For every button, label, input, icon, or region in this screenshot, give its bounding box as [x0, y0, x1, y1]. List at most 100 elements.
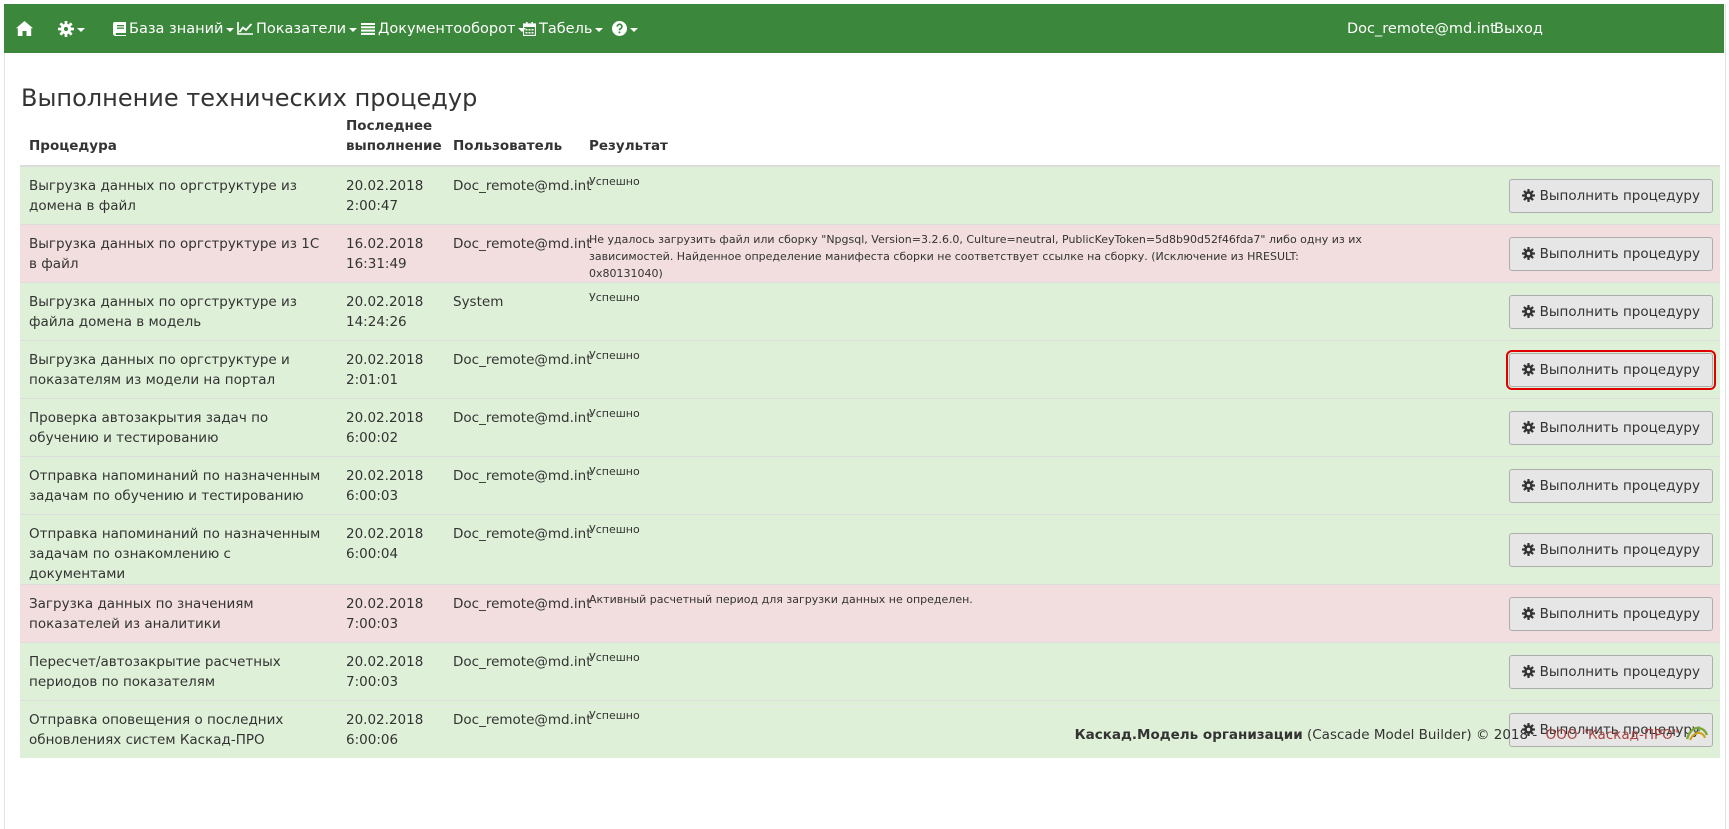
footer: Каскад.Модель организации (Cascade Model… [1075, 723, 1709, 747]
table-row: Выгрузка данных по оргструктуре из домен… [20, 165, 1720, 225]
list-icon [361, 22, 375, 35]
header-result: Результат [580, 110, 1376, 167]
actions-cell: Выполнить процедуру [1376, 224, 1720, 283]
kaskad-logo-icon [1685, 723, 1709, 747]
procedure-name: Проверка автозакрытия задач по обучению … [20, 398, 337, 457]
header-procedure: Процедура [20, 110, 337, 167]
run-procedure-label: Выполнить процедуру [1539, 245, 1700, 262]
user-account-link[interactable]: Doc_remote@md.int [1347, 4, 1496, 53]
actions-cell: Выполнить процедуру [1376, 398, 1720, 457]
procedure-name: Загрузка данных по значениям показателей… [20, 584, 337, 643]
run-procedure-label: Выполнить процедуру [1539, 419, 1700, 436]
last-run-time: 7:00:03 [346, 674, 399, 690]
indicators-menu[interactable]: Показатели [237, 4, 358, 53]
chevron-down-icon [630, 27, 638, 32]
last-run-date: 20.02.2018 [346, 410, 424, 426]
knowledge-base-menu[interactable]: База знаний [113, 4, 235, 53]
last-run-date: 16.02.2018 [346, 236, 424, 252]
last-run-date: 20.02.2018 [346, 352, 424, 368]
table-row: Выгрузка данных по оргструктуре и показа… [20, 340, 1720, 399]
last-run-time: 6:00:04 [346, 546, 399, 562]
run-result: Успешно [580, 456, 1376, 515]
last-run-cell: 20.02.2018 2:01:01 [337, 340, 444, 399]
actions-cell: Выполнить процедуру [1376, 584, 1720, 643]
header-last-run: Последнее выполнение [337, 110, 444, 167]
last-run-time: 7:00:03 [346, 616, 399, 632]
run-user: Doc_remote@md.int [444, 456, 592, 515]
procedure-name: Отправка напоминаний по назначенным зада… [20, 456, 337, 515]
run-procedure-button[interactable]: Выполнить процедуру [1505, 349, 1717, 390]
chevron-down-icon [77, 27, 85, 32]
run-user: Doc_remote@md.int [444, 340, 592, 399]
settings-menu[interactable] [58, 4, 85, 53]
run-user: Doc_remote@md.int [444, 642, 592, 701]
actions-cell: Выполнить процедуру [1376, 642, 1720, 701]
run-procedure-label: Выполнить процедуру [1539, 605, 1700, 622]
line-chart-icon [237, 22, 253, 35]
run-procedure-button[interactable]: Выполнить процедуру [1508, 178, 1713, 213]
timesheet-label: Табель [539, 20, 593, 37]
last-run-cell: 16.02.2018 16:31:49 [337, 224, 444, 283]
actions-cell: Выполнить процедуру [1376, 514, 1720, 585]
document-flow-label: Документооборот [378, 20, 516, 37]
footer-copyright: (Cascade Model Builder) © 2018 - [1302, 727, 1542, 743]
home-link[interactable] [16, 4, 33, 53]
run-procedure-label: Выполнить процедуру [1539, 541, 1700, 558]
table-row: Отправка напоминаний по назначенным зада… [20, 514, 1720, 585]
table-row: Пересчет/автозакрытие расчетных периодов… [20, 642, 1720, 701]
run-procedure-label: Выполнить процедуру [1539, 361, 1700, 378]
chevron-down-icon [226, 27, 235, 32]
gear-icon [1521, 363, 1535, 376]
run-result: Успешно [580, 398, 1376, 457]
run-result: Успешно [580, 340, 1376, 399]
last-run-time: 14:24:26 [346, 314, 407, 330]
run-procedure-label: Выполнить процедуру [1539, 663, 1700, 680]
procedure-name: Отправка напоминаний по назначенным зада… [20, 514, 337, 585]
logout-link[interactable]: Выход [1494, 4, 1543, 53]
table-row: Выгрузка данных по оргструктуре из 1С в … [20, 224, 1720, 283]
page-title: Выполнение технических процедур [21, 84, 478, 113]
run-result: Успешно [580, 514, 1376, 585]
run-procedure-button[interactable]: Выполнить процедуру [1508, 410, 1713, 445]
table-row: Отправка напоминаний по назначенным зада… [20, 456, 1720, 515]
last-run-time: 16:31:49 [346, 256, 407, 272]
table-row: Выгрузка данных по оргструктуре из файла… [20, 282, 1720, 341]
last-run-date: 20.02.2018 [346, 468, 424, 484]
header-last-run-line2: выполнение [346, 138, 442, 154]
actions-cell: Выполнить процедуру [1376, 165, 1720, 225]
run-procedure-button[interactable]: Выполнить процедуру [1508, 596, 1713, 631]
gear-icon [1521, 421, 1535, 434]
last-run-cell: 20.02.2018 6:00:02 [337, 398, 444, 457]
run-user: Doc_remote@md.int [444, 224, 592, 283]
run-procedure-button[interactable]: Выполнить процедуру [1508, 654, 1713, 689]
last-run-cell: 20.02.2018 2:00:47 [337, 165, 444, 225]
run-procedure-button[interactable]: Выполнить процедуру [1508, 294, 1713, 329]
indicators-label: Показатели [256, 20, 347, 37]
run-user: Doc_remote@md.int [444, 584, 592, 643]
last-run-cell: 20.02.2018 6:00:06 [337, 700, 444, 758]
last-run-time: 6:00:03 [346, 488, 399, 504]
timesheet-menu[interactable]: Табель [523, 4, 604, 53]
footer-divider [34, 706, 1704, 707]
footer-company-link[interactable]: ООО "Каскад-ПРО" [1546, 727, 1679, 743]
last-run-time: 2:00:47 [346, 198, 399, 214]
book-icon [113, 21, 126, 36]
document-flow-menu[interactable]: Документооборот [361, 4, 527, 53]
last-run-time: 6:00:02 [346, 430, 399, 446]
last-run-time: 6:00:06 [346, 732, 399, 748]
help-menu[interactable] [612, 4, 638, 53]
gear-icon [1521, 189, 1535, 202]
last-run-cell: 20.02.2018 7:00:03 [337, 642, 444, 701]
last-run-cell: 20.02.2018 6:00:04 [337, 514, 444, 585]
table-header-row: Процедура Последнее выполнение Пользовате… [20, 110, 1720, 167]
table-row: Проверка автозакрытия задач по обучению … [20, 398, 1720, 457]
run-procedure-button[interactable]: Выполнить процедуру [1508, 468, 1713, 503]
run-procedure-label: Выполнить процедуру [1539, 187, 1700, 204]
run-procedure-button[interactable]: Выполнить процедуру [1508, 532, 1713, 567]
run-procedure-button[interactable]: Выполнить процедуру [1508, 236, 1713, 271]
question-circle-icon [612, 21, 627, 36]
procedure-name: Выгрузка данных по оргструктуре и показа… [20, 340, 337, 399]
run-user: Doc_remote@md.int [444, 398, 592, 457]
chevron-down-icon [349, 27, 358, 32]
procedure-name: Отправка оповещения о последних обновлен… [20, 700, 337, 758]
